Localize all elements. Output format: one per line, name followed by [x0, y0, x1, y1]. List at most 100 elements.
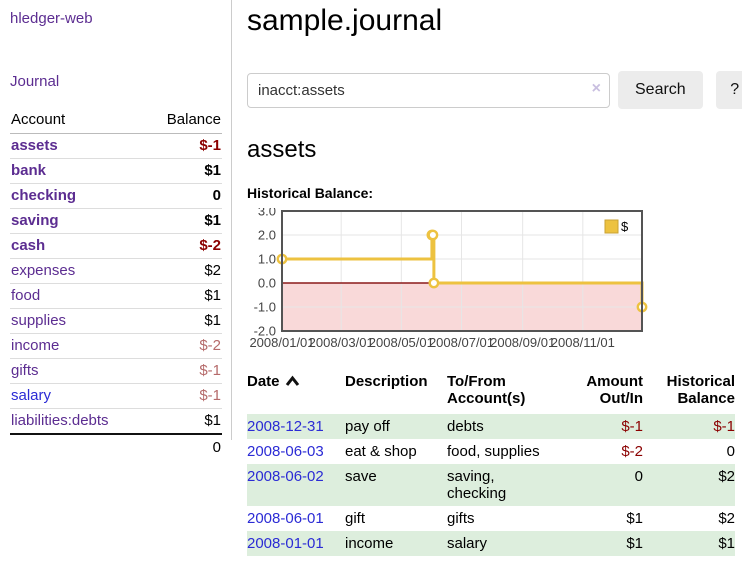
account-link[interactable]: income	[11, 337, 59, 354]
svg-text:1.0: 1.0	[258, 252, 276, 267]
transaction-date-cell: 2008-06-01	[247, 506, 345, 531]
transaction-balance: 0	[643, 439, 735, 464]
transaction-amount: $-2	[559, 439, 643, 464]
account-balance: $-1	[145, 384, 222, 409]
account-link[interactable]: saving	[11, 212, 59, 229]
clear-search-icon[interactable]: ×	[592, 80, 601, 98]
account-link[interactable]: gifts	[11, 362, 39, 379]
account-balance: $-1	[145, 359, 222, 384]
accounts-total-spacer	[10, 434, 145, 460]
transaction-balance: $-1	[643, 414, 735, 439]
account-name-cell: assets	[10, 134, 145, 159]
account-name-cell: supplies	[10, 309, 145, 334]
accounts-total-value: 0	[145, 434, 222, 460]
transaction-date-cell: 2008-01-01	[247, 531, 345, 556]
main-content: sample.journal × Search ? assets Histori…	[232, 0, 742, 582]
transaction-date-link[interactable]: 2008-01-01	[247, 535, 324, 552]
hledger-web-page: hledger-web Journal Account Balance asse…	[0, 0, 742, 582]
account-balance: $-1	[145, 134, 222, 159]
search-button[interactable]: Search	[618, 71, 703, 109]
transaction-date-link[interactable]: 2008-12-31	[247, 418, 324, 435]
svg-text:2008/09/01: 2008/09/01	[490, 335, 555, 350]
account-name-cell: food	[10, 284, 145, 309]
transaction-date-link[interactable]: 2008-06-02	[247, 468, 324, 485]
account-balance: $1	[145, 209, 222, 234]
sidebar: hledger-web Journal Account Balance asse…	[0, 0, 232, 582]
transaction-amount: $1	[559, 531, 643, 556]
register-header-amount: Amount Out/In	[559, 371, 643, 414]
search-bar: × Search ?	[247, 71, 742, 109]
register-header-accounts: To/From Account(s)	[447, 371, 559, 414]
account-name-cell: expenses	[10, 259, 145, 284]
account-row: checking 0	[10, 184, 222, 209]
transaction-accounts: gifts	[447, 506, 559, 531]
transaction-accounts: food, supplies	[447, 439, 559, 464]
transaction-balance: $2	[643, 464, 735, 506]
account-row: saving $1	[10, 209, 222, 234]
page-title: sample.journal	[247, 4, 742, 38]
register-header-balance: Historical Balance	[643, 371, 735, 414]
account-link[interactable]: liabilities:debts	[11, 412, 109, 429]
account-link[interactable]: checking	[11, 187, 76, 204]
account-row: expenses $2	[10, 259, 222, 284]
account-row: liabilities:debts $1	[10, 409, 222, 435]
account-link[interactable]: bank	[11, 162, 46, 179]
account-name-cell: liabilities:debts	[10, 409, 145, 435]
account-balance: $1	[145, 409, 222, 435]
account-name-cell: income	[10, 334, 145, 359]
transaction-date-link[interactable]: 2008-06-03	[247, 443, 324, 460]
account-link[interactable]: supplies	[11, 312, 66, 329]
svg-text:2008/03/01: 2008/03/01	[309, 335, 374, 350]
transaction-description: eat & shop	[345, 439, 447, 464]
transaction-amount: 0	[559, 464, 643, 506]
account-balance: $1	[145, 284, 222, 309]
help-button[interactable]: ?	[716, 71, 742, 109]
account-name-cell: salary	[10, 384, 145, 409]
account-row: cash $-2	[10, 234, 222, 259]
transaction-date-link[interactable]: 2008-06-01	[247, 510, 324, 527]
account-balance: $1	[145, 159, 222, 184]
account-row: salary $-1	[10, 384, 222, 409]
account-row: gifts $-1	[10, 359, 222, 384]
account-balance: 0	[145, 184, 222, 209]
register-header-description: Description	[345, 371, 447, 414]
accounts-header-account: Account	[10, 108, 145, 134]
chart-svg: 3.02.01.00.0-1.0-2.02008/01/012008/03/01…	[247, 208, 742, 354]
chart-legend-label: $	[621, 219, 629, 234]
accounts-total-row: 0	[10, 434, 222, 460]
transaction-accounts: salary	[447, 531, 559, 556]
account-name-cell: bank	[10, 159, 145, 184]
account-link[interactable]: expenses	[11, 262, 75, 279]
transaction-description: pay off	[345, 414, 447, 439]
transaction-date-cell: 2008-06-02	[247, 464, 345, 506]
svg-text:2008/07/01: 2008/07/01	[429, 335, 494, 350]
account-name-cell: gifts	[10, 359, 145, 384]
svg-text:2.0: 2.0	[258, 228, 276, 243]
register-table-body: 2008-12-31pay offdebts$-1$-12008-06-03ea…	[247, 414, 735, 556]
account-link[interactable]: assets	[11, 137, 58, 154]
search-input[interactable]	[247, 73, 610, 108]
app-title-link[interactable]: hledger-web	[10, 10, 224, 27]
svg-text:-1.0: -1.0	[254, 300, 276, 315]
account-row: bank $1	[10, 159, 222, 184]
register-row: 2008-12-31pay offdebts$-1$-1	[247, 414, 735, 439]
register-table: DateDescriptionTo/From Account(s)Amount …	[247, 371, 735, 556]
account-link[interactable]: salary	[11, 387, 51, 404]
svg-text:2008/01/01: 2008/01/01	[249, 335, 314, 350]
register-row: 2008-06-03 eat & shopfood, supplies$-20	[247, 439, 735, 464]
account-balance: $2	[145, 259, 222, 284]
sidebar-item-journal[interactable]: Journal	[10, 73, 224, 90]
svg-text:2008/05/01: 2008/05/01	[369, 335, 434, 350]
svg-text:2008/11/01: 2008/11/01	[551, 335, 615, 350]
account-balance: $-2	[145, 234, 222, 259]
historical-balance-chart: 3.02.01.00.0-1.0-2.02008/01/012008/03/01…	[247, 208, 742, 354]
register-header-row: DateDescriptionTo/From Account(s)Amount …	[247, 371, 735, 414]
account-link[interactable]: cash	[11, 237, 45, 254]
transaction-description: income	[345, 531, 447, 556]
chart-title: Historical Balance:	[247, 185, 742, 201]
account-link[interactable]: food	[11, 287, 40, 304]
register-header-date: Date	[247, 371, 345, 414]
account-row: income$-2	[10, 334, 222, 359]
account-row: food $1	[10, 284, 222, 309]
accounts-table: Account Balance assets$-1bank$1checking0…	[10, 108, 222, 460]
